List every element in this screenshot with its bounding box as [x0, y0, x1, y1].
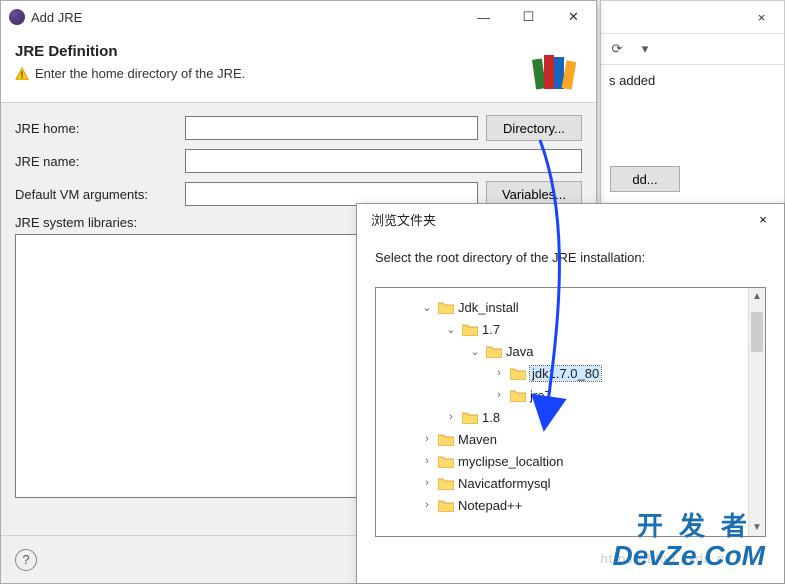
tree-node-label: jdk1.7.0_80 [530, 366, 601, 381]
folder-icon [486, 345, 502, 358]
folder-icon [438, 301, 454, 314]
chevron-down-icon[interactable]: ⌄ [420, 301, 434, 314]
chevron-right-icon[interactable]: › [444, 411, 458, 423]
tree-node[interactable]: › Maven [376, 428, 765, 450]
tree-node-label: Maven [458, 432, 497, 447]
tree-node-label: Jdk_install [458, 300, 519, 315]
jre-name-label: JRE name: [15, 154, 185, 169]
chevron-right-icon[interactable]: › [420, 433, 434, 445]
chevron-down-icon[interactable]: ⌄ [468, 345, 482, 358]
tree-node[interactable]: ⌄ Java [376, 340, 765, 362]
folder-icon [438, 433, 454, 446]
tree-node[interactable]: ⌄ 1.7 [376, 318, 765, 340]
chevron-down-icon[interactable]: ⌄ [444, 323, 458, 336]
header-message: Enter the home directory of the JRE. [35, 66, 245, 81]
tree-node-label: Navicatformysql [458, 476, 550, 491]
tree-node-label: Java [506, 344, 533, 359]
browse-folder-dialog: 浏览文件夹 × Select the root directory of the… [356, 203, 785, 584]
tree-node-label: 1.7 [482, 322, 500, 337]
scroll-down-icon[interactable]: ▼ [749, 519, 765, 536]
browse-titlebar: 浏览文件夹 × [357, 204, 784, 234]
scroll-thumb[interactable] [751, 312, 763, 352]
tree-node[interactable]: › myclipse_localtion [376, 450, 765, 472]
bg-toolbar: ⟳ ▾ [601, 33, 784, 65]
bg-body-text: s added [601, 65, 784, 96]
close-icon[interactable]: × [748, 207, 778, 231]
tree-node-label: jre7 [530, 388, 552, 403]
jre-home-input[interactable] [185, 116, 478, 140]
vm-args-label: Default VM arguments: [15, 187, 185, 202]
maximize-button[interactable]: ☐ [506, 3, 551, 31]
tree-node[interactable]: › jre7 [376, 384, 765, 406]
header-subtitle: Enter the home directory of the JRE. [15, 66, 582, 81]
tree-node[interactable]: ⌄ Jdk_install [376, 296, 765, 318]
window-title: Add JRE [31, 10, 461, 25]
folder-icon [510, 389, 526, 402]
tree-node-label: myclipse_localtion [458, 454, 564, 469]
browse-instruction: Select the root directory of the JRE ins… [357, 234, 784, 273]
chevron-right-icon[interactable]: › [420, 499, 434, 511]
tree-node[interactable]: › Notepad++ [376, 494, 765, 516]
chevron-right-icon[interactable]: › [420, 477, 434, 489]
folder-icon [438, 477, 454, 490]
jre-name-row: JRE name: [15, 149, 582, 173]
chevron-right-icon[interactable]: › [492, 367, 506, 379]
tree-node-label: 1.8 [482, 410, 500, 425]
tree-node[interactable]: › jdk1.7.0_80 [376, 362, 765, 384]
dialog-header: JRE Definition Enter the home directory … [1, 33, 596, 103]
warning-icon [15, 67, 29, 81]
folder-icon [438, 499, 454, 512]
page-title: JRE Definition [15, 43, 582, 60]
scroll-up-icon[interactable]: ▲ [749, 288, 765, 305]
chevron-right-icon[interactable]: › [420, 455, 434, 467]
tree-node[interactable]: › Navicatformysql [376, 472, 765, 494]
folder-tree[interactable]: ⌄Jdk_install⌄1.7⌄Java›jdk1.7.0_80›jre7›1… [375, 287, 766, 537]
jre-name-input[interactable] [185, 149, 582, 173]
eclipse-icon [9, 9, 25, 25]
close-icon[interactable]: × [739, 3, 784, 31]
chevron-right-icon[interactable]: › [492, 389, 506, 401]
bg-add-button[interactable]: dd... [610, 166, 680, 192]
help-icon[interactable]: ? [15, 549, 37, 571]
folder-icon [510, 367, 526, 380]
refresh-icon[interactable]: ⟳ [605, 37, 629, 61]
scrollbar[interactable]: ▲ ▼ [748, 288, 765, 536]
dropdown-icon[interactable]: ▾ [633, 37, 657, 61]
window-buttons: — ☐ ✕ [461, 3, 596, 31]
titlebar: Add JRE — ☐ ✕ [1, 1, 596, 33]
folder-icon [462, 411, 478, 424]
minimize-button[interactable]: — [461, 3, 506, 31]
browse-title: 浏览文件夹 [371, 210, 748, 229]
jre-home-label: JRE home: [15, 121, 185, 136]
tree-node[interactable]: › 1.8 [376, 406, 765, 428]
close-button[interactable]: ✕ [551, 3, 596, 31]
library-books-icon [528, 41, 584, 97]
bg-titlebar: × [601, 1, 784, 33]
jre-home-row: JRE home: Directory... [15, 115, 582, 141]
tree-node-label: Notepad++ [458, 498, 522, 513]
directory-button[interactable]: Directory... [486, 115, 582, 141]
folder-icon [438, 455, 454, 468]
folder-icon [462, 323, 478, 336]
